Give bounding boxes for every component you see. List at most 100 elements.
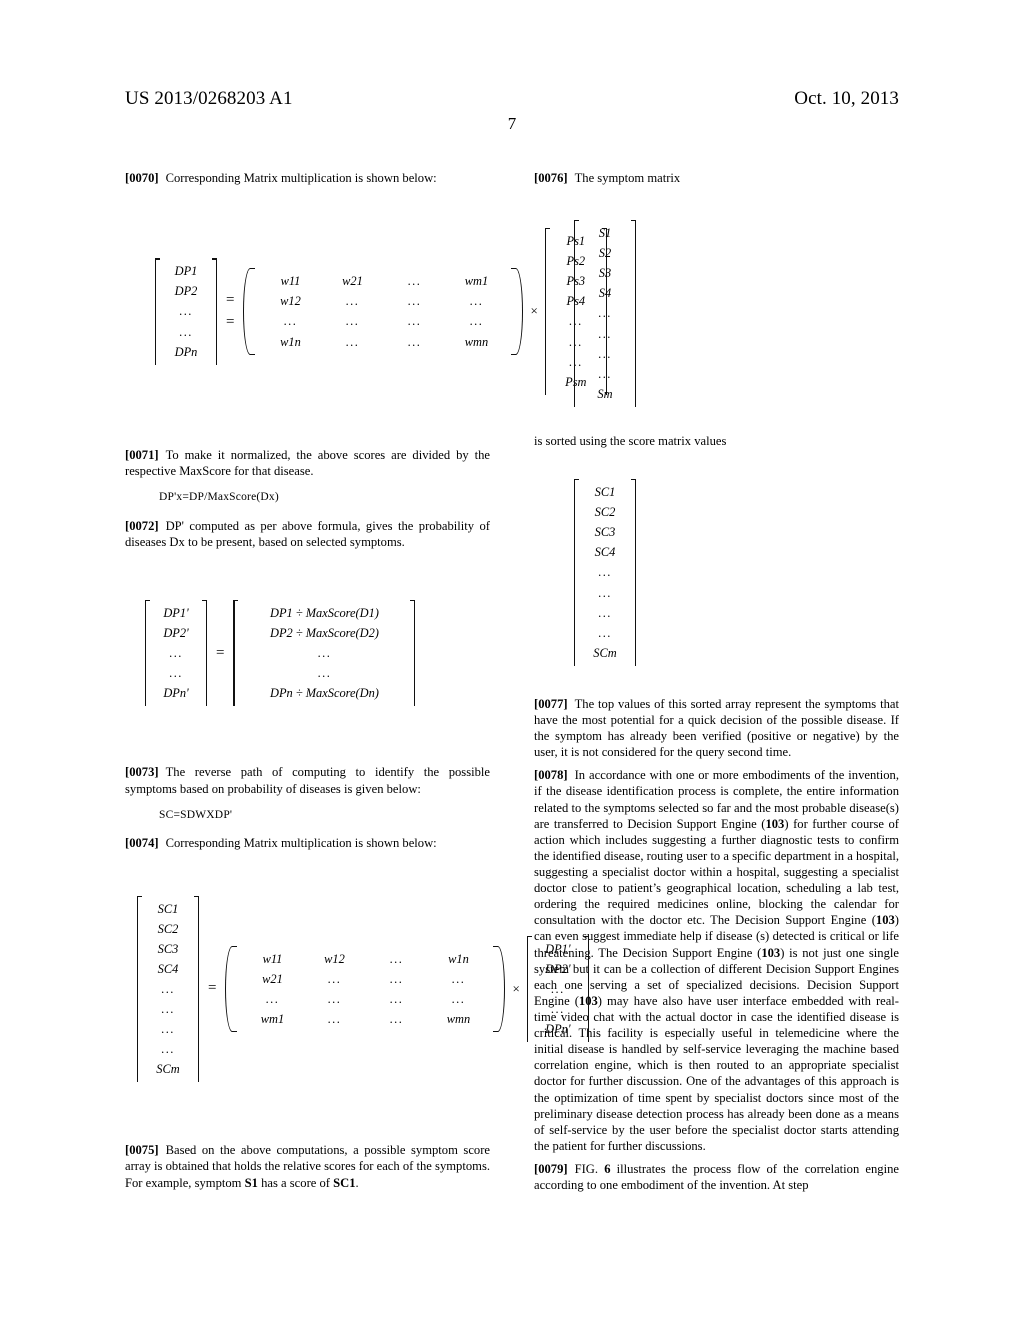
score-matrix-cell: ... [598, 585, 612, 600]
bracket-right-icon [629, 479, 636, 666]
left-column: [0070] Corresponding Matrix multiplicatio… [125, 170, 607, 1270]
page-number: 7 [507, 114, 517, 133]
matrix-3-weight-cell: ... [389, 1012, 404, 1027]
matrix-3-lhs-cell: SC2 [157, 921, 179, 936]
paragraph-number-0070: [0070] [125, 171, 159, 185]
matrix-3-lhs-vector: SC1 SC2 SC3 SC4............ SCm [137, 895, 199, 1083]
matrix-3-weight-cell: ... [265, 991, 280, 1006]
score-matrix-cell: ... [598, 565, 612, 580]
matrix-2-lhs-cell: DP1' [163, 606, 189, 621]
matrix-3-weight-cell: ... [389, 971, 404, 986]
matrix-1-weight-cell: w11 [280, 274, 301, 289]
symptom-matrix-cell: S4 [598, 286, 612, 301]
symptom-matrix: S1 S2 S3 S4............ Sm [534, 220, 899, 407]
two-column-body: [0070] Corresponding Matrix multiplicatio… [125, 170, 899, 1270]
matrix-1-weight-cell: ... [345, 334, 360, 349]
score-matrix-cell: SCm [593, 645, 617, 660]
reference-numeral-103: 103 [761, 945, 781, 960]
symptom-matrix-cell: Sm [597, 386, 613, 401]
bracket-right-icon [629, 220, 636, 407]
symptom-matrix-cell: S2 [598, 246, 612, 261]
paragraph-0071: [0071] To make it normalized, the above s… [125, 447, 490, 479]
paragraph-number-0072: [0072] [125, 518, 159, 533]
paren-right-icon [511, 268, 524, 356]
paragraph-number-0079: [0079] [534, 1161, 568, 1176]
paren-right-icon [493, 945, 506, 1033]
matrix-3-equals: = [208, 980, 217, 997]
sorted-note: is sorted using the score matrix values [534, 433, 727, 448]
reference-numeral-103: 103 [875, 913, 895, 928]
matrix-3-rhs-cell: DP2' [545, 961, 571, 976]
matrix-3-weight-cell: w12 [324, 951, 345, 966]
matrix-3-lhs-cell: SC4 [157, 961, 179, 976]
matrix-1-equals: = = [217, 289, 243, 334]
matrix-3-weight-cell: ... [451, 991, 466, 1006]
publication-number: US 2013/0268203 A1 [125, 88, 293, 109]
right-column: [0076] The symptom matrix S1 S2 S3 S4.......… [534, 170, 899, 1270]
matrix-3-weight-cell: w11 [262, 951, 283, 966]
score-matrix-cell: SC3 [594, 525, 616, 540]
symptom-reference: S1 [244, 1175, 258, 1190]
matrix-3-weight-cell: ... [327, 971, 342, 986]
paragraph-text-0079-seg1: FIG. [574, 1161, 605, 1176]
bracket-left-icon [155, 258, 162, 366]
matrix-3-weight-cell: ... [389, 991, 404, 1006]
matrix-1-weight-cell: wmn [464, 334, 489, 349]
matrix-2-lhs-cell: ... [169, 666, 183, 681]
matrix-2-rhs-cell: DPn ÷ MaxScore(Dn) [270, 686, 379, 701]
matrix-equation-3: SC1 SC2 SC3 SC4............ SCm = w11 w12... w… [125, 895, 589, 1083]
bracket-left-icon [145, 600, 152, 707]
bracket-right-icon [210, 258, 217, 366]
matrix-3-lhs-cell: SC1 [157, 901, 179, 916]
matrix-3-lhs-cell: ... [161, 1022, 175, 1037]
matrix-3-weight-cell: wm1 [260, 1012, 285, 1027]
reference-numeral-103: 103 [765, 816, 785, 831]
paragraph-0074: [0074] Corresponding Matrix multiplicatio… [125, 835, 490, 851]
matrix-3-lhs-cell: SC3 [157, 941, 179, 956]
matrix-equation-2: DP1' DP2'...... DPn' = DP1 ÷ MaxScore(D1) D… [125, 600, 490, 707]
matrix-1-weight-cell: ... [283, 314, 298, 329]
matrix-1-weight-cell: ... [407, 334, 422, 349]
bracket-left-icon [526, 935, 534, 1043]
matrix-3-weight-cell: wmn [446, 1012, 471, 1027]
matrix-2-lhs-cell: ... [169, 646, 183, 661]
matrix-1-weight-matrix: w11 w21... wm1 w12..................... w1n.… [243, 268, 524, 356]
paragraph-number-0071: [0071] [125, 447, 159, 462]
paragraph-text-0072: DP' computed as per above formula, gives… [125, 518, 490, 549]
matrix-equation-1: DP1 DP2...... DPn = = w11 w21... wm1 w12.....… [125, 228, 607, 395]
score-reference: SC1 [333, 1175, 356, 1190]
symptom-matrix-cell: ... [598, 366, 612, 381]
paragraph-0073: [0073] The reverse path of computing to i… [125, 764, 490, 796]
symptom-matrix-cell: S1 [598, 226, 612, 241]
matrix-3-rhs-vector: DP1' DP2'...... DPn' [526, 935, 589, 1043]
matrix-2-rhs-cell: DP2 ÷ MaxScore(D2) [270, 626, 379, 641]
matrix-1-lhs-vector: DP1 DP2...... DPn [155, 258, 217, 366]
paragraph-number-0074: [0074] [125, 836, 159, 851]
matrix-1-lhs-cell: DPn [174, 344, 198, 359]
matrix-3-weight-cell: ... [389, 951, 404, 966]
matrix-1-weight-cell: ... [469, 294, 484, 309]
score-matrix-cell: SC1 [594, 485, 616, 500]
symptom-matrix-cell: ... [598, 306, 612, 321]
matrix-1-weight-cell: w12 [280, 294, 301, 309]
matrix-2-lhs-vector: DP1' DP2'...... DPn' [145, 600, 207, 707]
bracket-left-icon [574, 220, 581, 407]
bracket-right-icon [200, 600, 207, 707]
matrix-1-weight-cell: ... [469, 314, 484, 329]
paragraph-0077: [0077] The top values of this sorted arra… [534, 696, 899, 760]
matrix-1-lhs-cell: ... [179, 324, 193, 339]
paragraph-text-0078-seg2: ) for further course of action which inc… [534, 816, 899, 928]
score-matrix-vector: SC1 SC2 SC3 SC4............ SCm [574, 479, 636, 666]
matrix-1-weight-cell: ... [407, 314, 422, 329]
paragraph-number-0077: [0077] [534, 696, 568, 711]
matrix-3-rhs-cell: ... [550, 981, 565, 996]
publication-date: Oct. 10, 2013 [794, 88, 899, 109]
paragraph-text-0071: To make it normalized, the above scores … [125, 447, 490, 478]
matrix-1-lhs-cell: ... [179, 304, 193, 319]
matrix-1-weight-cell: wm1 [464, 274, 489, 289]
matrix-2-lhs-cell: DPn' [163, 686, 189, 701]
matrix-2-lhs-cell: DP2' [163, 626, 189, 641]
matrix-1-weight-cell: ... [345, 314, 360, 329]
bracket-right-icon [582, 935, 589, 1043]
paragraph-text-0073: The reverse path of computing to identif… [125, 765, 490, 796]
